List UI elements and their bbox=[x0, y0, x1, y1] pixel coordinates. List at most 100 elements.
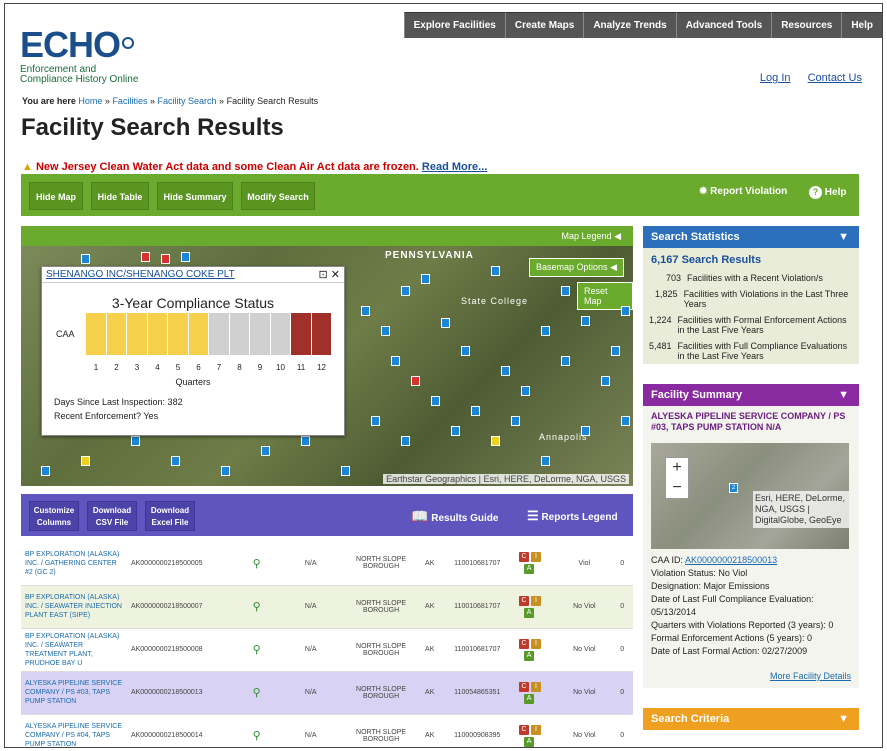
map-marker-icon[interactable] bbox=[141, 252, 150, 262]
map-marker-icon[interactable] bbox=[161, 254, 170, 264]
map-marker-icon[interactable] bbox=[541, 326, 550, 336]
facility-name-link[interactable]: BP EXPLORATION (ALASKA) INC. / SEAWATER … bbox=[21, 628, 127, 672]
hide-table-button[interactable]: Hide Table bbox=[91, 182, 149, 210]
map-marker-icon[interactable] bbox=[611, 346, 620, 356]
zoom-in-icon[interactable]: + bbox=[666, 458, 688, 478]
breadcrumb-search[interactable]: Facility Search bbox=[158, 96, 217, 106]
air-program-icon[interactable]: A bbox=[524, 564, 535, 575]
nav-resources[interactable]: Resources bbox=[771, 12, 842, 38]
nav-help[interactable]: Help bbox=[841, 12, 882, 38]
more-facility-details-link[interactable]: More Facility Details bbox=[770, 671, 851, 681]
caa-program-icon[interactable]: C bbox=[519, 638, 530, 649]
map-pin-icon[interactable]: ⚲ bbox=[235, 542, 279, 586]
summary-mini-map[interactable]: + − 2 Esri, HERE, DeLorme, NGA, USGS | Di… bbox=[651, 443, 849, 549]
map-marker-icon[interactable] bbox=[41, 466, 50, 476]
map-marker-icon[interactable] bbox=[511, 416, 520, 426]
map-marker-icon[interactable] bbox=[441, 318, 450, 328]
info-program-icon[interactable]: I bbox=[531, 681, 542, 692]
maximize-icon[interactable]: ⊡ bbox=[319, 269, 328, 281]
zoom-out-icon[interactable]: − bbox=[666, 478, 688, 498]
facility-name-link[interactable]: BP EXPLORATION (ALASKA) INC. / GATHERING… bbox=[21, 542, 127, 586]
table-row[interactable]: ALYESKA PIPELINE SERVICE COMPANY / PS #0… bbox=[21, 671, 633, 715]
facility-name-link[interactable]: BP EXPLORATION (ALASKA) INC. / SEAWATER … bbox=[21, 585, 127, 629]
download-csv-button[interactable]: Download CSV File bbox=[87, 501, 137, 531]
map-marker-icon[interactable] bbox=[261, 446, 270, 456]
nav-create-maps[interactable]: Create Maps bbox=[504, 12, 584, 38]
map-marker-icon[interactable] bbox=[431, 396, 440, 406]
map-marker-icon[interactable] bbox=[131, 436, 140, 446]
close-icon[interactable]: ✕ bbox=[331, 269, 340, 281]
info-program-icon[interactable]: I bbox=[531, 595, 542, 606]
map-marker-icon[interactable] bbox=[581, 316, 590, 326]
basemap-options-button[interactable]: Basemap Options ◀ bbox=[529, 258, 624, 277]
info-program-icon[interactable]: I bbox=[531, 552, 542, 563]
map-pin-icon[interactable]: ⚲ bbox=[235, 585, 279, 629]
map-marker-icon[interactable] bbox=[171, 456, 180, 466]
map-marker-icon[interactable]: 2 bbox=[729, 483, 738, 493]
map-marker-icon[interactable] bbox=[621, 306, 630, 316]
table-row[interactable]: ALYESKA PIPELINE SERVICE COMPANY / PS #0… bbox=[21, 714, 633, 747]
caa-program-icon[interactable]: C bbox=[519, 724, 530, 735]
facility-name-link[interactable]: ALYESKA PIPELINE SERVICE COMPANY / PS #0… bbox=[21, 671, 127, 715]
map-pin-icon[interactable]: ⚲ bbox=[235, 671, 279, 715]
help-button[interactable]: ? Help bbox=[809, 186, 846, 199]
map-marker-icon[interactable] bbox=[401, 436, 410, 446]
echo-logo[interactable]: ECHO Enforcement and Compliance History … bbox=[20, 24, 138, 86]
air-program-icon[interactable]: A bbox=[524, 650, 535, 661]
map-marker-icon[interactable] bbox=[451, 426, 460, 436]
map-marker-icon[interactable] bbox=[581, 426, 590, 436]
map-marker-icon[interactable] bbox=[221, 466, 230, 476]
map-marker-icon[interactable] bbox=[81, 254, 90, 264]
map-marker-icon[interactable] bbox=[371, 416, 380, 426]
map-marker-icon[interactable] bbox=[411, 376, 420, 386]
air-program-icon[interactable]: A bbox=[524, 736, 535, 747]
caa-program-icon[interactable]: C bbox=[519, 552, 530, 563]
map-pin-icon[interactable]: ⚲ bbox=[235, 628, 279, 672]
map-marker-icon[interactable] bbox=[561, 286, 570, 296]
popup-facility-link[interactable]: SHENANGO INC/SHENANGO COKE PLT bbox=[42, 267, 344, 283]
map-marker-icon[interactable] bbox=[421, 274, 430, 284]
map-marker-icon[interactable] bbox=[81, 456, 90, 466]
facility-summary-header[interactable]: Facility Summary ▼ bbox=[643, 384, 859, 406]
nav-explore-facilities[interactable]: Explore Facilities bbox=[403, 12, 505, 38]
map-marker-icon[interactable] bbox=[391, 356, 400, 366]
search-criteria-header[interactable]: Search Criteria ▼ bbox=[643, 708, 859, 730]
map-marker-icon[interactable] bbox=[491, 266, 500, 276]
table-row[interactable]: BP EXPLORATION (ALASKA) INC. / SEAWATER … bbox=[21, 585, 633, 629]
map-marker-icon[interactable] bbox=[541, 456, 550, 466]
caa-program-icon[interactable]: C bbox=[519, 595, 530, 606]
nav-advanced-tools[interactable]: Advanced Tools bbox=[675, 12, 772, 38]
breadcrumb-home[interactable]: Home bbox=[78, 96, 102, 106]
map-marker-icon[interactable] bbox=[461, 346, 470, 356]
map-marker-icon[interactable] bbox=[621, 416, 630, 426]
map-marker-icon[interactable] bbox=[341, 466, 350, 476]
hide-map-button[interactable]: Hide Map bbox=[29, 182, 83, 210]
read-more-link[interactable]: Read More... bbox=[422, 161, 487, 173]
map-marker-icon[interactable] bbox=[181, 252, 190, 262]
reports-legend-button[interactable]: ☰ Reports Legend bbox=[527, 508, 618, 524]
report-violation-button[interactable]: ✹ Report Violation bbox=[699, 186, 787, 197]
results-guide-button[interactable]: 📖 Results Guide bbox=[411, 508, 498, 525]
map-pin-icon[interactable]: ⚲ bbox=[235, 714, 279, 747]
download-excel-button[interactable]: Download Excel File bbox=[145, 501, 195, 531]
hide-summary-button[interactable]: Hide Summary bbox=[157, 182, 233, 210]
caa-id-link[interactable]: AK0000000218500013 bbox=[685, 555, 777, 565]
table-row[interactable]: BP EXPLORATION (ALASKA) INC. / SEAWATER … bbox=[21, 628, 633, 672]
map-marker-icon[interactable] bbox=[521, 386, 530, 396]
breadcrumb-facilities[interactable]: Facilities bbox=[112, 96, 147, 106]
map-marker-icon[interactable] bbox=[301, 436, 310, 446]
map-marker-icon[interactable] bbox=[561, 356, 570, 366]
map-marker-icon[interactable] bbox=[501, 366, 510, 376]
caa-program-icon[interactable]: C bbox=[519, 681, 530, 692]
customize-columns-button[interactable]: Customize Columns bbox=[29, 501, 79, 531]
map-marker-icon[interactable] bbox=[491, 436, 500, 446]
map-marker-icon[interactable] bbox=[471, 406, 480, 416]
air-program-icon[interactable]: A bbox=[524, 607, 535, 618]
info-program-icon[interactable]: I bbox=[531, 638, 542, 649]
map-marker-icon[interactable] bbox=[401, 286, 410, 296]
table-row[interactable]: BP EXPLORATION (ALASKA) INC. / GATHERING… bbox=[21, 542, 633, 586]
air-program-icon[interactable]: A bbox=[524, 693, 535, 704]
map-marker-icon[interactable] bbox=[601, 376, 610, 386]
map-legend-bar[interactable]: Map Legend ◀ bbox=[21, 226, 633, 246]
map-marker-icon[interactable] bbox=[381, 326, 390, 336]
